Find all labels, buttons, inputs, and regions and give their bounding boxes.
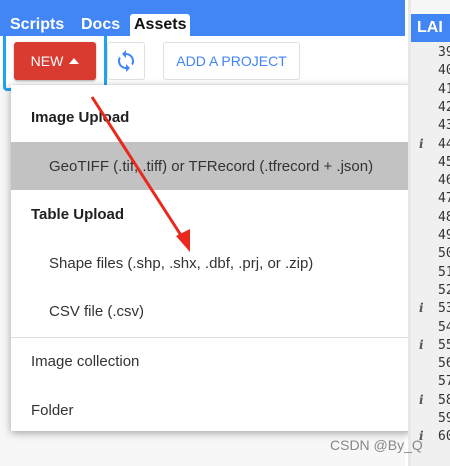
info-icon[interactable]: i: [419, 301, 424, 315]
watermark: CSDN @By_Q: [330, 437, 423, 453]
image-upload-header: Image Upload: [31, 109, 130, 126]
line-number: 56: [438, 356, 450, 372]
info-icon[interactable]: i: [419, 338, 424, 352]
line-number: 53: [438, 301, 450, 317]
tab-docs[interactable]: Docs: [77, 14, 124, 36]
line-number: 40: [438, 63, 450, 79]
add-project-button[interactable]: ADD A PROJECT: [163, 42, 300, 80]
new-button-label: NEW: [30, 53, 64, 69]
menu-item-folder[interactable]: Folder: [11, 390, 417, 430]
line-number: 59: [438, 411, 450, 426]
line-number: 44: [438, 136, 450, 152]
info-icon[interactable]: i: [419, 393, 424, 407]
line-number: 52: [438, 282, 450, 298]
editor-tab-title[interactable]: LAI: [411, 14, 450, 42]
tab-assets[interactable]: Assets: [130, 14, 191, 36]
menu-item-csv[interactable]: CSV file (.csv): [11, 291, 417, 331]
menu-item-geotiff-label: GeoTIFF (.tif, .tiff) or TFRecord (.tfre…: [49, 157, 374, 175]
line-number: 50: [438, 246, 450, 262]
line-number: 51: [438, 264, 450, 280]
line-number: 57: [438, 374, 450, 390]
menu-item-shape-files[interactable]: Shape files (.shp, .shx, .dbf, .prj, or …: [11, 243, 417, 283]
info-icon[interactable]: i: [419, 137, 424, 151]
line-number: 58: [438, 392, 450, 408]
line-number: 60: [438, 429, 450, 445]
refresh-button[interactable]: [107, 42, 145, 80]
line-number: 49: [438, 228, 450, 243]
new-button[interactable]: NEW: [14, 42, 96, 80]
caret-up-icon: [69, 58, 80, 64]
menu-item-geotiff[interactable]: GeoTIFF (.tif, .tiff) or TFRecord (.tfre…: [11, 142, 417, 190]
line-number: 42: [438, 99, 450, 115]
menu-divider: [11, 337, 417, 338]
line-number: 46: [438, 173, 450, 189]
menu-item-folder-label: Folder: [31, 401, 74, 419]
menu-item-image-collection-label: Image collection: [31, 352, 140, 370]
line-number: 43: [438, 118, 450, 134]
menu-item-image-collection[interactable]: Image collection: [11, 341, 417, 381]
line-number: 55: [438, 337, 450, 353]
line-number: 54: [438, 319, 450, 335]
new-asset-menu: Image Upload GeoTIFF (.tif, .tiff) or TF…: [11, 85, 417, 431]
line-number: 41: [438, 81, 450, 97]
line-number: 47: [438, 191, 450, 207]
menu-item-shape-files-label: Shape files (.shp, .shx, .dbf, .prj, or …: [49, 254, 314, 272]
table-upload-header: Table Upload: [31, 206, 125, 223]
tab-bar: Scripts Docs Assets: [0, 0, 405, 36]
line-number: 48: [438, 209, 450, 225]
refresh-icon: [118, 50, 134, 72]
menu-item-csv-label: CSV file (.csv): [49, 302, 145, 320]
line-number: 39: [438, 45, 450, 60]
tab-scripts[interactable]: Scripts: [6, 14, 68, 36]
line-number: 45: [438, 154, 450, 170]
